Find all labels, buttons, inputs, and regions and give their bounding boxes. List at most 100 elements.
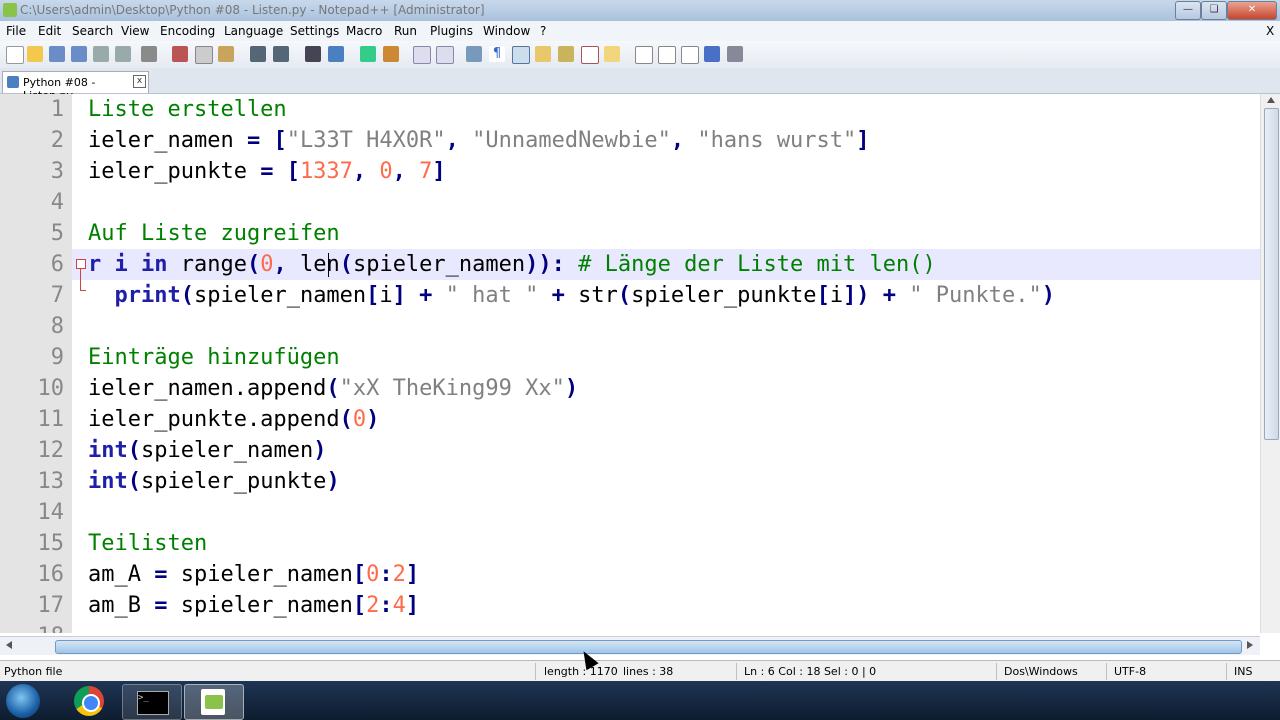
line-number: 7 (50, 283, 64, 308)
menu-macro[interactable]: Macro (346, 24, 382, 38)
new-file-icon[interactable] (6, 46, 24, 64)
scroll-up-icon[interactable] (1267, 97, 1275, 103)
text-caret (328, 253, 329, 277)
user-language-icon[interactable] (535, 46, 551, 62)
save-icon[interactable] (49, 46, 65, 62)
indent-guide-icon[interactable] (512, 46, 530, 64)
current-code-line: r i in range(0, len(spieler_namen)): # L… (72, 249, 1260, 280)
fold-line (80, 269, 81, 291)
line-number: 1 (50, 97, 64, 122)
horizontal-scrollbar[interactable] (0, 636, 1260, 655)
menu-view[interactable]: View (121, 24, 149, 38)
line-text: am_B = spieler_namen[2:4] (88, 593, 420, 618)
line-text: Einträge hinzufügen (88, 345, 340, 370)
close-icon[interactable] (93, 46, 109, 62)
line-text: am_A = spieler_namen[0:2] (88, 562, 420, 587)
sync-horizontal-icon[interactable] (436, 46, 454, 64)
function-list-icon[interactable] (581, 46, 599, 64)
stop-macro-icon[interactable] (658, 46, 676, 64)
show-all-chars-icon[interactable]: ¶ (489, 46, 505, 62)
scroll-right-icon[interactable] (1247, 641, 1253, 649)
menu-language[interactable]: Language (224, 24, 283, 38)
zoom-out-icon[interactable] (383, 46, 399, 62)
taskbar-cmd-icon[interactable]: >_ (122, 684, 182, 720)
status-insert-mode: INS (1234, 665, 1253, 678)
run-macro-multiple-icon[interactable] (704, 46, 720, 62)
line-number: 17 (37, 593, 65, 618)
folder-workspace-icon[interactable] (604, 46, 620, 62)
menu-encoding[interactable]: Encoding (160, 24, 215, 38)
code-line: Einträge hinzufügen (72, 342, 1260, 373)
line-text: int(spieler_namen) (88, 438, 327, 463)
code-editor[interactable]: Liste erstellen ieler_namen = ["L33T H4X… (72, 94, 1260, 633)
scroll-left-icon[interactable] (6, 641, 12, 649)
status-encoding: UTF-8 (1114, 665, 1147, 678)
code-line: ieler_namen.append("xX TheKing99 Xx") (72, 373, 1260, 404)
line-number: 16 (37, 562, 65, 587)
undo-icon[interactable] (250, 46, 266, 62)
start-button-icon[interactable] (6, 684, 40, 718)
code-line: Auf Liste zugreifen (72, 218, 1260, 249)
menu-settings[interactable]: Settings (290, 24, 339, 38)
line-number-margin: 1 2 3 4 5 6 7 8 9 10 11 12 13 14 15 16 1… (0, 94, 72, 633)
replace-icon[interactable] (328, 46, 344, 62)
status-lines: lines : 38 (623, 665, 674, 678)
line-number: 14 (37, 500, 65, 525)
close-document-button[interactable]: X (1266, 24, 1274, 38)
maximize-button[interactable]: ❏ (1201, 1, 1227, 20)
status-divider (996, 663, 997, 680)
menu-run[interactable]: Run (394, 24, 417, 38)
line-number: 12 (37, 438, 65, 463)
code-line: am_B = spieler_namen[2:4] (72, 590, 1260, 621)
save-all-icon[interactable] (71, 46, 87, 62)
line-number: 13 (37, 469, 65, 494)
word-wrap-icon[interactable] (466, 46, 482, 62)
line-number: 9 (50, 345, 64, 370)
taskbar-notepad-plus-plus-icon[interactable] (184, 684, 244, 720)
status-divider (1106, 663, 1107, 680)
status-filetype: Python file (4, 665, 63, 678)
close-window-button[interactable]: ✕ (1227, 1, 1277, 20)
line-number: 3 (50, 159, 64, 184)
code-line: int(spieler_punkte) (72, 466, 1260, 497)
copy-icon[interactable] (195, 46, 213, 64)
menu-file[interactable]: File (6, 24, 26, 38)
line-text: print(spieler_namen[i] + " hat " + str(s… (114, 283, 1056, 308)
open-file-icon[interactable] (27, 46, 43, 62)
print-icon[interactable] (141, 46, 157, 62)
find-icon[interactable] (305, 46, 321, 62)
play-macro-icon[interactable] (681, 46, 699, 64)
fold-line-end (80, 290, 86, 291)
doc-map-icon[interactable] (558, 46, 574, 62)
menu-window[interactable]: Window (483, 24, 530, 38)
fold-marker-icon[interactable] (76, 259, 86, 269)
line-text: r i in range(0, len(spieler_namen)): # L… (88, 252, 936, 277)
redo-icon[interactable] (273, 46, 289, 62)
line-number: 4 (50, 190, 64, 215)
menu-search[interactable]: Search (72, 24, 113, 38)
tab-bar: Python #08 - Listen.py x (0, 68, 1280, 102)
status-eol: Dos\Windows (1004, 665, 1078, 678)
menu-plugins[interactable]: Plugins (430, 24, 473, 38)
taskbar-chrome-icon[interactable] (60, 684, 118, 718)
record-macro-icon[interactable] (635, 46, 653, 64)
tab-close-icon[interactable]: x (133, 75, 146, 88)
minimize-button[interactable]: — (1175, 1, 1201, 20)
window-title: C:\Users\admin\Desktop\Python #08 - List… (20, 3, 485, 17)
paste-icon[interactable] (218, 46, 234, 62)
windows-taskbar: >_ (0, 681, 1280, 720)
code-line: Teilisten (72, 528, 1260, 559)
vertical-scrollbar[interactable] (1260, 94, 1280, 633)
sync-vertical-icon[interactable] (413, 46, 431, 64)
vertical-scroll-thumb[interactable] (1264, 108, 1279, 440)
zoom-in-icon[interactable] (360, 46, 376, 62)
tab-python-08-listen[interactable]: Python #08 - Listen.py x (2, 71, 149, 102)
code-line: ieler_punkte = [1337, 0, 7] (72, 156, 1260, 187)
line-number: 18 (0, 621, 65, 633)
cut-icon[interactable] (172, 46, 188, 62)
close-all-icon[interactable] (115, 46, 131, 62)
menu-help[interactable]: ? (540, 24, 546, 38)
menu-edit[interactable]: Edit (38, 24, 61, 38)
horizontal-scroll-thumb[interactable] (55, 640, 1242, 654)
save-macro-icon[interactable] (727, 46, 743, 62)
